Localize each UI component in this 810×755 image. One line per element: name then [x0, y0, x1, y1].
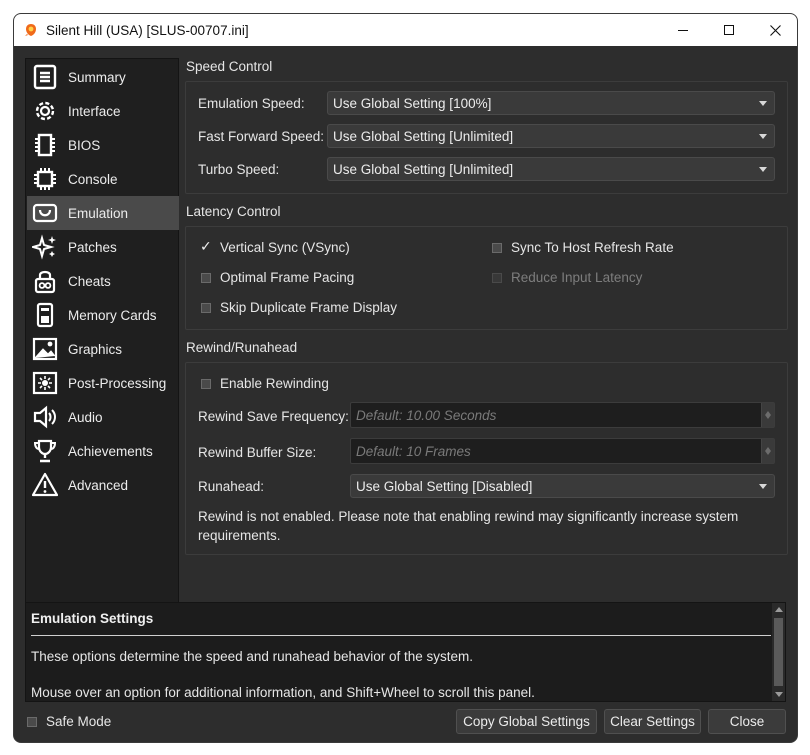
clear-settings-button[interactable]: Clear Settings	[604, 709, 701, 734]
cheat-lock-icon	[30, 266, 60, 296]
description-text: These options determine the speed and ru…	[31, 649, 474, 664]
description-panel: Emulation Settings These options determi…	[25, 602, 786, 702]
turbo-speed-label: Turbo Speed:	[198, 162, 280, 177]
checkbox-box	[27, 716, 37, 727]
reduce-input-latency-checkbox: Reduce Input Latency	[492, 270, 642, 285]
memory-card-icon	[30, 300, 60, 330]
spin-buttons[interactable]	[761, 403, 774, 427]
sidebar-item-memory-cards[interactable]: Memory Cards	[27, 298, 179, 332]
checkbox-box	[200, 238, 212, 255]
image-icon	[30, 334, 60, 364]
scroll-up-icon	[775, 607, 783, 612]
maximize-button[interactable]	[706, 14, 752, 46]
speed-control-title: Speed Control	[186, 59, 273, 74]
description-scrollbar[interactable]	[772, 603, 785, 701]
sidebar-item-cheats[interactable]: Cheats	[27, 264, 179, 298]
sidebar-item-post-processing[interactable]: Post-Processing	[27, 366, 179, 400]
gear-icon	[30, 96, 60, 126]
copy-global-settings-button[interactable]: Copy Global Settings	[456, 709, 597, 734]
sidebar-item-interface[interactable]: Interface	[27, 94, 179, 128]
spin-buttons[interactable]	[761, 439, 774, 463]
spin-down-icon	[765, 415, 771, 419]
checkbox-box	[492, 272, 502, 283]
gamepad-icon	[30, 198, 60, 228]
scroll-down-icon	[775, 692, 783, 697]
enable-rewinding-checkbox[interactable]: Enable Rewinding	[201, 376, 329, 391]
minimize-button[interactable]	[660, 14, 706, 46]
sidebar-item-emulation[interactable]: Emulation	[27, 196, 179, 230]
safe-mode-checkbox[interactable]: Safe Mode	[27, 714, 111, 729]
checkbox-box	[201, 302, 211, 313]
sidebar-item-advanced[interactable]: Advanced	[27, 468, 179, 502]
chevron-down-icon	[759, 134, 767, 139]
close-button[interactable]: Close	[708, 709, 786, 734]
turbo-speed-select[interactable]: Use Global Setting [Unlimited]	[327, 157, 775, 181]
chevron-down-icon	[759, 484, 767, 489]
settings-sidebar: Summary Interface BIOS Console Emulation	[25, 58, 179, 608]
sidebar-item-audio[interactable]: Audio	[27, 400, 179, 434]
description-hint: Mouse over an option for additional info…	[31, 685, 535, 700]
rewind-save-frequency-label: Rewind Save Frequency:	[198, 409, 349, 424]
duck-icon	[25, 24, 36, 36]
trophy-icon	[30, 436, 60, 466]
runahead-label: Runahead:	[198, 479, 265, 494]
checkbox-box	[201, 378, 211, 389]
sidebar-item-patches[interactable]: Patches	[27, 230, 179, 264]
sync-host-refresh-checkbox[interactable]: Sync To Host Refresh Rate	[492, 240, 674, 255]
skip-duplicate-frame-checkbox[interactable]: Skip Duplicate Frame Display	[201, 300, 397, 315]
rewind-save-frequency-input[interactable]: Default: 10.00 Seconds	[350, 402, 775, 428]
divider	[31, 635, 771, 636]
fast-forward-speed-select[interactable]: Use Global Setting [Unlimited]	[327, 124, 775, 148]
window-title: Silent Hill (USA) [SLUS-00707.ini]	[46, 22, 249, 38]
close-icon	[769, 24, 781, 36]
spin-down-icon	[765, 451, 771, 455]
sidebar-item-summary[interactable]: Summary	[27, 60, 179, 94]
cpu-icon	[30, 164, 60, 194]
checkbox-box	[201, 272, 211, 283]
speaker-icon	[30, 402, 60, 432]
rewind-buffer-size-input[interactable]: Default: 10 Frames	[350, 438, 775, 464]
chevron-down-icon	[759, 167, 767, 172]
minimize-icon	[678, 29, 688, 31]
sidebar-item-console[interactable]: Console	[27, 162, 179, 196]
latency-control-title: Latency Control	[186, 204, 281, 219]
sidebar-item-bios[interactable]: BIOS	[27, 128, 179, 162]
title-bar: Silent Hill (USA) [SLUS-00707.ini]	[14, 14, 797, 46]
emulation-speed-label: Emulation Speed:	[198, 96, 305, 111]
warning-icon	[30, 470, 60, 500]
description-title: Emulation Settings	[31, 611, 154, 626]
checkbox-box	[492, 242, 502, 253]
document-list-icon	[30, 62, 60, 92]
runahead-select[interactable]: Use Global Setting [Disabled]	[350, 474, 775, 498]
sidebar-item-achievements[interactable]: Achievements	[27, 434, 179, 468]
scroll-thumb[interactable]	[774, 618, 783, 686]
sparkles-icon	[30, 232, 60, 262]
chevron-down-icon	[759, 101, 767, 106]
maximize-icon	[724, 25, 734, 35]
vsync-checkbox[interactable]: Vertical Sync (VSync)	[200, 238, 350, 256]
rewind-buffer-size-label: Rewind Buffer Size:	[198, 445, 317, 460]
emulation-speed-select[interactable]: Use Global Setting [100%]	[327, 91, 775, 115]
sidebar-item-graphics[interactable]: Graphics	[27, 332, 179, 366]
settings-window: Silent Hill (USA) [SLUS-00707.ini] Summa…	[13, 13, 798, 743]
optimal-frame-pacing-checkbox[interactable]: Optimal Frame Pacing	[201, 270, 354, 285]
chip-icon	[30, 130, 60, 160]
rewind-note: Rewind is not enabled. Please note that …	[198, 509, 739, 543]
close-window-button[interactable]	[752, 14, 797, 46]
fast-forward-speed-label: Fast Forward Speed:	[198, 129, 325, 144]
rewind-runahead-title: Rewind/Runahead	[186, 340, 298, 355]
sun-frame-icon	[30, 368, 60, 398]
